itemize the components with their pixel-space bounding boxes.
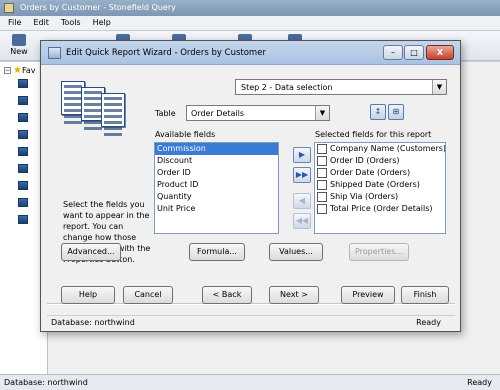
remove-field-button[interactable]: ◀ [293,193,311,209]
back-button[interactable]: < Back [202,286,252,304]
properties-button[interactable]: Properties... [349,243,409,261]
selected-field-label: Order Date (Orders) [330,168,411,177]
add-all-fields-button[interactable]: ▶▶ [293,167,311,183]
field-checkbox[interactable] [317,143,327,154]
sort-az-button[interactable]: ↕ [370,104,386,120]
menu-edit[interactable]: Edit [33,18,49,30]
add-field-button[interactable]: ▶ [293,147,311,163]
report-node-icon[interactable] [18,198,28,207]
report-node-icon[interactable] [18,215,28,224]
table-label: Table [155,109,176,118]
wizard-dialog: Edit Quick Report Wizard - Orders by Cus… [40,40,461,332]
menu-help[interactable]: Help [93,18,111,30]
report-node-icon[interactable] [18,164,28,173]
tree-view-button[interactable]: ⊞ [388,104,404,120]
app-status-ready: Ready [467,378,492,387]
selected-field-item[interactable]: Order ID (Orders) [315,155,445,167]
tree-root-label: Fav [21,66,36,75]
remove-all-fields-button[interactable]: ◀◀ [293,213,311,229]
report-node-icon[interactable] [18,130,28,139]
report-fields-illustration [61,81,133,153]
menu-tools[interactable]: Tools [61,18,81,30]
table-value: Order Details [191,109,245,118]
new-button[interactable]: New [6,33,32,59]
advanced-button[interactable]: Advanced... [61,243,121,261]
selected-field-item[interactable]: Shipped Date (Orders) [315,179,445,191]
selected-fields-label: Selected fields for this report [315,130,432,139]
selected-field-item[interactable]: Company Name (Customers) [315,143,445,155]
selected-field-item[interactable]: Total Price (Order Details) [315,203,445,215]
cancel-button[interactable]: Cancel [123,286,173,304]
available-field-item[interactable]: Commission [155,143,278,155]
dialog-status-text: Database: northwind [51,318,135,327]
field-checkbox[interactable] [317,203,327,214]
new-report-icon [12,34,26,46]
selected-field-item[interactable]: Order Date (Orders) [315,167,445,179]
values-button[interactable]: Values... [269,243,323,261]
menu-file[interactable]: File [8,18,21,30]
selected-fields-list[interactable]: Company Name (Customers) Order ID (Order… [314,142,446,234]
app-title-bar: Orders by Customer - Stonefield Query [0,0,500,16]
available-field-item[interactable]: Discount [155,155,278,167]
wizard-icon [48,47,61,59]
step-dropdown[interactable]: Step 2 - Data selection ▼ [235,79,447,95]
star-icon: ★ [13,65,22,76]
available-fields-label: Available fields [155,130,216,139]
field-checkbox[interactable] [317,155,327,166]
minimize-button[interactable]: – [383,45,403,60]
dialog-body: Select the fields you want to appear in … [47,69,455,312]
selected-field-label: Total Price (Order Details) [330,204,433,213]
selected-field-label: Order ID (Orders) [330,156,400,165]
available-field-item[interactable]: Quantity [155,191,278,203]
next-button[interactable]: Next > [269,286,319,304]
report-node-icon[interactable] [18,79,28,88]
new-button-label: New [10,47,28,56]
dialog-title-bar[interactable]: Edit Quick Report Wizard - Orders by Cus… [41,41,460,65]
step-value: Step 2 - Data selection [241,83,333,92]
available-field-item[interactable]: Product ID [155,179,278,191]
finish-button[interactable]: Finish [401,286,449,304]
expand-icon[interactable]: − [4,67,11,74]
help-button[interactable]: Help [61,286,115,304]
dialog-status-bar: Database: northwind Ready [47,315,455,329]
app-status-text: Database: northwind [4,378,88,387]
field-checkbox[interactable] [317,179,327,190]
app-icon [4,3,14,13]
maximize-button[interactable]: □ [404,45,424,60]
tree-view-icon: ⊞ [392,107,400,116]
app-menu-bar: File Edit Tools Help [0,16,500,31]
field-checkbox[interactable] [317,191,327,202]
available-fields-list[interactable]: Commission Discount Order ID Product ID … [154,142,279,234]
available-field-item[interactable]: Unit Price [155,203,278,215]
report-node-icon[interactable] [18,113,28,122]
app-status-bar: Database: northwind Ready [0,374,500,390]
report-node-icon[interactable] [18,181,28,190]
chevron-down-icon[interactable]: ▼ [432,80,446,94]
table-dropdown[interactable]: Order Details ▼ [186,105,330,121]
dialog-status-ready: Ready [416,318,441,327]
selected-field-label: Company Name (Customers) [330,144,445,153]
formula-button[interactable]: Formula... [189,243,245,261]
close-button[interactable]: X [426,45,454,60]
sort-az-icon: ↕ [374,107,382,116]
preview-button[interactable]: Preview [341,286,395,304]
report-node-icon[interactable] [18,96,28,105]
selected-field-label: Shipped Date (Orders) [330,180,420,189]
available-field-item[interactable]: Order ID [155,167,278,179]
app-title: Orders by Customer - Stonefield Query [20,3,176,12]
report-node-icon[interactable] [18,147,28,156]
selected-field-label: Ship Via (Orders) [330,192,399,201]
chevron-down-icon[interactable]: ▼ [315,106,329,120]
selected-field-item[interactable]: Ship Via (Orders) [315,191,445,203]
dialog-title: Edit Quick Report Wizard - Orders by Cus… [66,48,266,58]
field-checkbox[interactable] [317,167,327,178]
